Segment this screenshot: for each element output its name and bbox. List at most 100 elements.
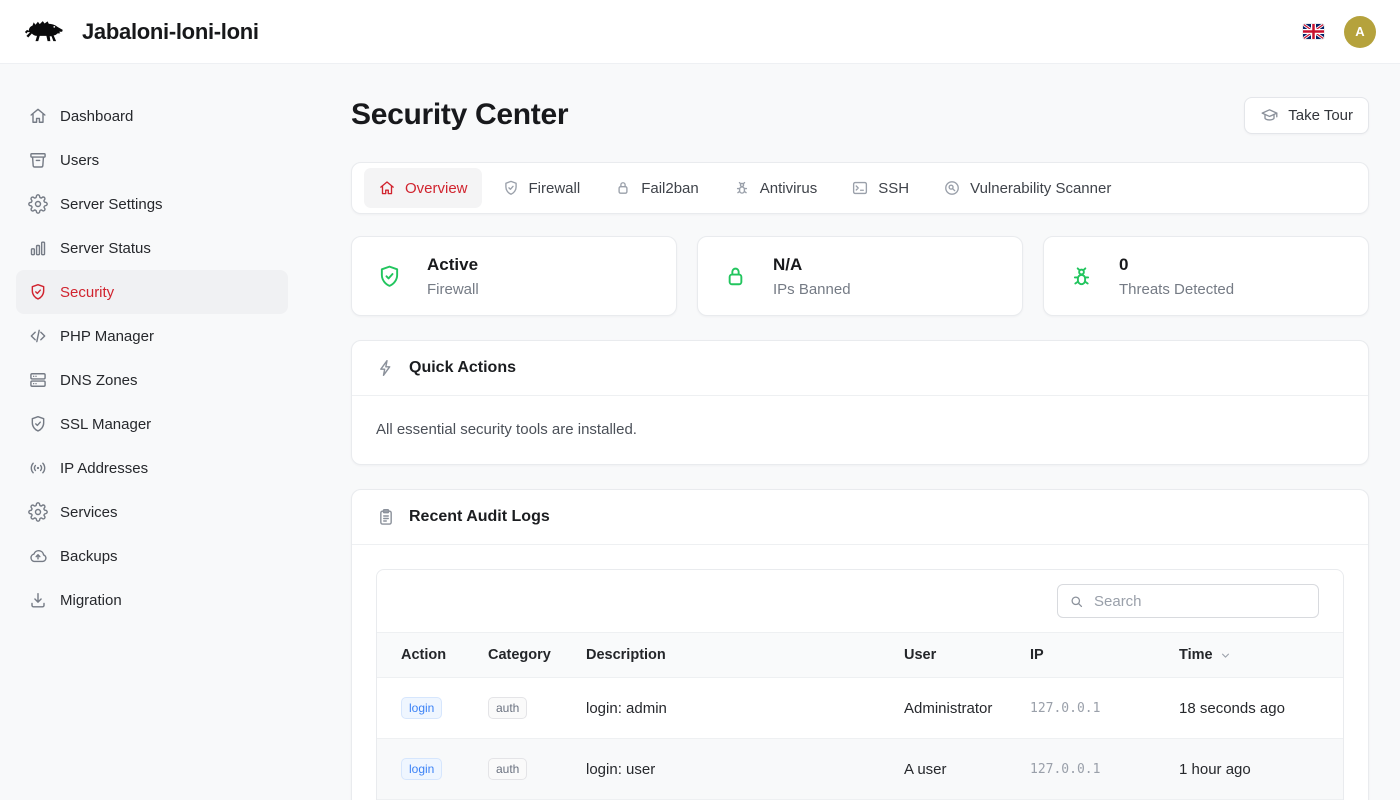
search-field-input[interactable] xyxy=(1094,593,1308,610)
stat-card-ips-banned: N/A IPs Banned xyxy=(697,236,1023,316)
tab-vulnerability-scanner[interactable]: Vulnerability Scanner xyxy=(929,168,1125,208)
cell-ip: 127.0.0.1 xyxy=(1030,762,1100,777)
boar-logo-icon xyxy=(24,16,70,48)
quick-actions-message: All essential security tools are install… xyxy=(376,420,1344,440)
tab-label: Antivirus xyxy=(760,180,818,197)
clipboard-icon xyxy=(376,507,396,527)
tab-label: Overview xyxy=(405,180,468,197)
audit-logs-title: Recent Audit Logs xyxy=(409,505,550,529)
cell-description: login: admin xyxy=(586,678,904,739)
broadcast-icon xyxy=(28,458,48,478)
stat-card-threats: 0 Threats Detected xyxy=(1043,236,1369,316)
sidebar-item-migration[interactable]: Migration xyxy=(16,578,288,622)
stat-value: 0 xyxy=(1119,254,1234,276)
search-input[interactable] xyxy=(1057,584,1319,618)
cell-time: 1 hour ago xyxy=(1179,739,1343,800)
search-icon xyxy=(1068,593,1085,610)
tab-overview[interactable]: Overview xyxy=(364,168,482,208)
gear-icon xyxy=(28,194,48,214)
chevron-down-icon xyxy=(1219,649,1232,662)
sidebar-item-backups[interactable]: Backups xyxy=(16,534,288,578)
table-header-row: Action Category Description User IP Time xyxy=(377,633,1343,678)
sidebar-item-label: Server Status xyxy=(60,240,151,257)
stat-label: Firewall xyxy=(427,281,479,299)
home-icon xyxy=(28,106,48,126)
stat-value: Active xyxy=(427,254,479,276)
column-header-user: User xyxy=(904,633,1030,678)
action-badge: login xyxy=(401,758,442,780)
home-icon xyxy=(378,179,396,197)
sidebar-item-label: Server Settings xyxy=(60,196,163,213)
download-icon xyxy=(28,590,48,610)
uk-flag-icon[interactable] xyxy=(1303,24,1324,39)
avatar-initial: A xyxy=(1355,24,1364,39)
column-header-action: Action xyxy=(377,633,488,678)
gear-icon xyxy=(28,502,48,522)
cloud-upload-icon xyxy=(28,546,48,566)
sidebar-item-label: Security xyxy=(60,284,114,301)
category-badge: auth xyxy=(488,758,527,780)
bar-chart-icon xyxy=(28,238,48,258)
bolt-icon xyxy=(376,358,396,378)
avatar[interactable]: A xyxy=(1344,16,1376,48)
stat-value: N/A xyxy=(773,254,851,276)
sidebar-item-label: IP Addresses xyxy=(60,460,148,477)
tab-ssh[interactable]: SSH xyxy=(837,168,923,208)
column-header-ip: IP xyxy=(1030,633,1179,678)
tab-label: Fail2ban xyxy=(641,180,699,197)
column-header-description: Description xyxy=(586,633,904,678)
tab-antivirus[interactable]: Antivirus xyxy=(719,168,832,208)
sidebar-item-label: Dashboard xyxy=(60,108,133,125)
server-stack-icon xyxy=(28,370,48,390)
sidebar-item-label: Backups xyxy=(60,548,118,565)
category-badge: auth xyxy=(488,697,527,719)
take-tour-label: Take Tour xyxy=(1288,107,1353,124)
sidebar-item-server-status[interactable]: Server Status xyxy=(16,226,288,270)
sidebar-item-ip-addresses[interactable]: IP Addresses xyxy=(16,446,288,490)
sidebar-item-dashboard[interactable]: Dashboard xyxy=(16,94,288,138)
sidebar-item-php-manager[interactable]: PHP Manager xyxy=(16,314,288,358)
shield-check-icon xyxy=(28,414,48,434)
audit-table-container: Action Category Description User IP Time xyxy=(376,569,1344,800)
terminal-icon xyxy=(851,179,869,197)
tab-label: Firewall xyxy=(529,180,581,197)
quick-actions-section: Quick Actions All essential security too… xyxy=(351,340,1369,465)
tab-label: SSH xyxy=(878,180,909,197)
code-icon xyxy=(28,326,48,346)
take-tour-button[interactable]: Take Tour xyxy=(1244,97,1369,134)
sidebar: Dashboard Users Server Settings Server S… xyxy=(0,64,304,800)
main-content: Security Center Take Tour Overview Fir xyxy=(304,64,1400,800)
stat-card-firewall: Active Firewall xyxy=(351,236,677,316)
sidebar-item-label: SSL Manager xyxy=(60,416,151,433)
stat-label: Threats Detected xyxy=(1119,281,1234,299)
sidebar-item-label: PHP Manager xyxy=(60,328,154,345)
sidebar-item-ssl-manager[interactable]: SSL Manager xyxy=(16,402,288,446)
table-row: login auth login: admin Administrator 12… xyxy=(377,678,1343,739)
sidebar-item-label: Users xyxy=(60,152,99,169)
sidebar-item-services[interactable]: Services xyxy=(16,490,288,534)
table-row: login auth login: user A user 127.0.0.1 … xyxy=(377,739,1343,800)
cell-ip: 127.0.0.1 xyxy=(1030,701,1100,716)
sidebar-item-label: Services xyxy=(60,504,118,521)
graduation-cap-icon xyxy=(1260,106,1279,125)
bug-icon xyxy=(733,179,751,197)
action-badge: login xyxy=(401,697,442,719)
brand-home-link[interactable]: Jabaloni-loni-loni xyxy=(24,16,259,48)
tab-fail2ban[interactable]: Fail2ban xyxy=(600,168,713,208)
tab-firewall[interactable]: Firewall xyxy=(488,168,595,208)
app-title: Jabaloni-loni-loni xyxy=(82,19,259,45)
search-circle-icon xyxy=(943,179,961,197)
column-header-time[interactable]: Time xyxy=(1179,633,1343,678)
sidebar-item-security[interactable]: Security xyxy=(16,270,288,314)
shield-check-icon xyxy=(502,179,520,197)
security-tabs: Overview Firewall Fail2ban Antivirus xyxy=(351,162,1369,214)
sidebar-item-dns-zones[interactable]: DNS Zones xyxy=(16,358,288,402)
cell-description: login: user xyxy=(586,739,904,800)
sidebar-item-server-settings[interactable]: Server Settings xyxy=(16,182,288,226)
column-header-category: Category xyxy=(488,633,586,678)
stats-row: Active Firewall N/A IPs Banned 0 xyxy=(351,236,1369,316)
sidebar-item-users[interactable]: Users xyxy=(16,138,288,182)
shield-check-icon xyxy=(28,282,48,302)
app-header: Jabaloni-loni-loni A xyxy=(0,0,1400,64)
cell-user: Administrator xyxy=(904,678,1030,739)
